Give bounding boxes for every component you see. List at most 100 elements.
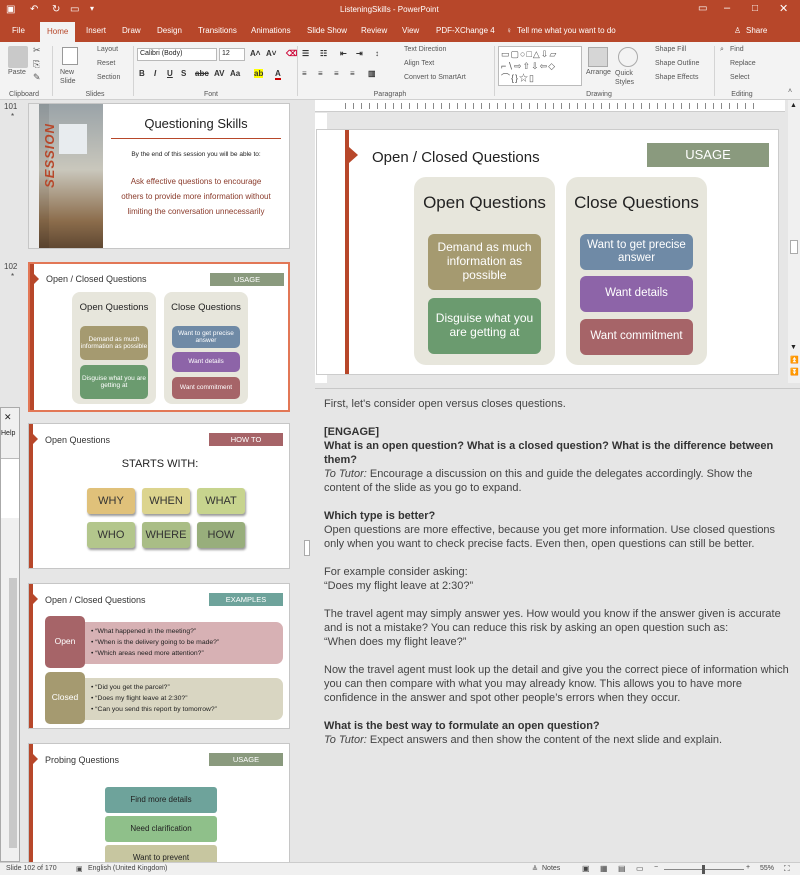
undo-icon[interactable]: ↶ <box>30 4 38 15</box>
shape-outline-button[interactable]: Shape Outline <box>655 60 699 67</box>
numbering-icon[interactable]: ☷ <box>320 49 327 58</box>
tab-animations[interactable]: Animations <box>251 24 291 37</box>
close-icon[interactable]: ✕ <box>779 2 788 15</box>
tab-transitions[interactable]: Transitions <box>198 24 237 37</box>
align-right-icon[interactable]: ≡ <box>334 69 339 78</box>
font-name-select[interactable]: Calibri (Body) <box>137 48 217 61</box>
clear-formatting-icon[interactable]: ⌫ <box>286 49 297 58</box>
main-slide[interactable]: Open / Closed Questions USAGE Open Quest… <box>316 129 779 375</box>
tab-home[interactable]: Home <box>40 22 76 42</box>
close-item[interactable]: Want commitment <box>580 319 693 355</box>
shapes-gallery[interactable]: ▭▢○□△⇩▱ ⌐∖⇨⇧⇩⇦◇ ⌒{}☆▯ <box>498 46 582 86</box>
arrange-button[interactable]: Arrange <box>586 69 611 76</box>
change-case-icon[interactable]: Aa <box>230 69 240 78</box>
open-item[interactable]: Demand as much information as possible <box>428 234 541 290</box>
character-spacing-icon[interactable]: AV <box>214 69 225 78</box>
next-slide-icon[interactable]: ⏬ <box>790 368 799 376</box>
slideshow-view-icon[interactable]: ▭ <box>636 864 644 873</box>
start-from-beginning-icon[interactable]: ▭ <box>70 4 79 15</box>
shrink-font-icon[interactable]: A˅ <box>266 49 276 58</box>
scroll-up-icon[interactable]: ▲ <box>790 102 797 109</box>
section-button[interactable]: Section <box>97 74 120 81</box>
layout-button[interactable]: Layout <box>97 46 118 53</box>
new-slide-button[interactable]: New Slide <box>60 68 84 86</box>
justify-icon[interactable]: ≡ <box>350 69 355 78</box>
shape-effects-button[interactable]: Shape Effects <box>655 74 698 81</box>
scroll-down-icon[interactable]: ▼ <box>790 344 797 351</box>
tab-review[interactable]: Review <box>361 24 387 37</box>
pane-splitter[interactable] <box>300 100 315 862</box>
tab-slide-show[interactable]: Slide Show <box>307 24 347 37</box>
collapse-ribbon-icon[interactable]: ˄ <box>788 88 792 95</box>
columns-icon[interactable]: ▥ <box>368 69 376 78</box>
open-item[interactable]: Disguise what you are getting at <box>428 298 541 354</box>
tell-me-search[interactable]: Tell me what you want to do <box>517 24 616 37</box>
slide-thumbnail-104[interactable]: Open / Closed Questions EXAMPLES Open • … <box>28 583 290 729</box>
grow-font-icon[interactable]: A˄ <box>250 49 260 58</box>
text-direction-button[interactable]: Text Direction <box>404 46 446 53</box>
italic-icon[interactable]: I <box>154 69 156 78</box>
scroll-thumb[interactable] <box>790 240 798 254</box>
convert-smartart-button[interactable]: Convert to SmartArt <box>404 74 466 81</box>
tab-pdf-xchange[interactable]: PDF-XChange 4 <box>436 24 495 37</box>
highlight-icon[interactable]: ab <box>254 69 264 78</box>
close-heading[interactable]: Close Questions <box>566 193 707 213</box>
align-text-button[interactable]: Align Text <box>404 60 434 67</box>
paste-icon[interactable] <box>8 46 28 68</box>
usage-tag[interactable]: USAGE <box>647 143 769 167</box>
slide-thumbnail-102[interactable]: Open / Closed Questions USAGE Open Quest… <box>28 262 290 412</box>
zoom-out-icon[interactable]: − <box>654 864 658 871</box>
tab-draw[interactable]: Draw <box>122 24 141 37</box>
notes-pane[interactable]: First, let's consider open versus closes… <box>315 388 800 862</box>
spelling-icon[interactable]: ▣ <box>76 865 83 873</box>
format-painter-icon[interactable]: ✎ <box>33 72 41 83</box>
slide-thumbnail-101[interactable]: SESSION Questioning Skills By the end of… <box>28 103 290 249</box>
open-heading[interactable]: Open Questions <box>414 193 555 213</box>
tab-file[interactable]: File <box>12 24 25 37</box>
fit-to-window-icon[interactable]: ⛶ <box>784 864 790 874</box>
bold-icon[interactable]: B <box>139 69 145 78</box>
zoom-in-icon[interactable]: + <box>746 864 750 871</box>
arrange-icon[interactable] <box>588 47 608 67</box>
splitter-handle[interactable] <box>304 540 310 556</box>
zoom-level[interactable]: 55% <box>760 865 774 872</box>
redo-icon[interactable]: ↻ <box>52 4 60 15</box>
line-spacing-icon[interactable]: ↕ <box>375 49 379 58</box>
select-button[interactable]: Select <box>730 74 749 81</box>
slide-counter[interactable]: Slide 102 of 170 <box>6 865 57 872</box>
align-center-icon[interactable]: ≡ <box>318 69 323 78</box>
save-icon[interactable]: ▣ <box>6 4 15 15</box>
slide-thumbnail-pane[interactable]: 101 * SESSION Questioning Skills By the … <box>0 100 300 862</box>
align-left-icon[interactable]: ≡ <box>302 69 307 78</box>
ribbon-options-icon[interactable]: ▭ <box>698 3 707 14</box>
slide-title[interactable]: Open / Closed Questions <box>372 149 540 166</box>
cut-icon[interactable]: ✂ <box>33 45 41 56</box>
customize-toolbar-icon[interactable]: ▾ <box>90 4 94 13</box>
replace-button[interactable]: Replace <box>730 60 756 67</box>
font-size-select[interactable]: 12 <box>219 48 245 61</box>
copy-icon[interactable]: ⎘ <box>33 59 40 70</box>
find-icon[interactable]: ⌕ <box>720 46 724 54</box>
previous-slide-icon[interactable]: ⏫ <box>790 356 799 364</box>
reset-button[interactable]: Reset <box>97 60 115 67</box>
underline-icon[interactable]: U <box>167 69 173 78</box>
shadow-icon[interactable]: S <box>181 69 186 78</box>
tab-design[interactable]: Design <box>157 24 182 37</box>
shape-fill-button[interactable]: Shape Fill <box>655 46 686 53</box>
floating-window[interactable]: ✕ Help <box>0 407 20 862</box>
paste-button[interactable]: Paste <box>8 69 26 76</box>
help-menu[interactable]: Help <box>1 430 15 437</box>
increase-indent-icon[interactable]: ⇥ <box>356 49 363 58</box>
scrollbar[interactable] <box>9 578 17 848</box>
find-button[interactable]: Find <box>730 46 744 53</box>
normal-view-icon[interactable]: ▣ <box>582 864 590 873</box>
new-slide-icon[interactable] <box>62 47 78 65</box>
maximize-icon[interactable]: □ <box>752 3 758 14</box>
quick-styles-icon[interactable] <box>618 47 638 67</box>
decrease-indent-icon[interactable]: ⇤ <box>340 49 347 58</box>
reading-view-icon[interactable]: ▤ <box>618 864 626 873</box>
notes-button[interactable]: Notes <box>542 865 560 872</box>
bullets-icon[interactable]: ☰ <box>302 49 309 58</box>
notes-icon[interactable]: ≜ <box>532 865 538 873</box>
strikethrough-icon[interactable]: abc <box>195 69 209 78</box>
